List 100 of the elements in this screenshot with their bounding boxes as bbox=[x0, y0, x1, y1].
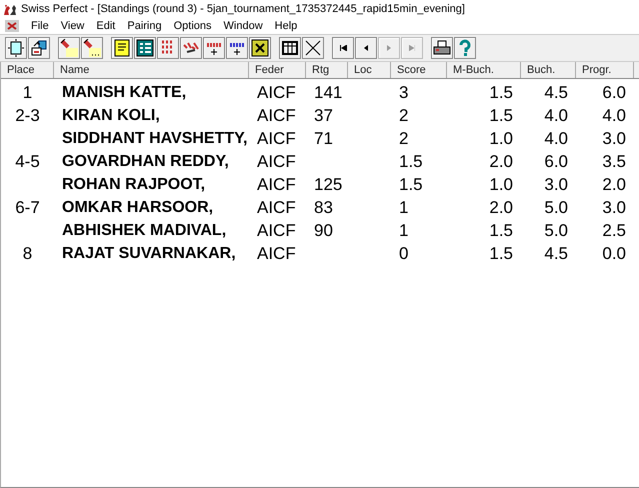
window-title: Swiss Perfect - [Standings (round 3) - 5jan_tournament_1735372445_rapid15min_evening] bbox=[21, 3, 465, 15]
progress-cell: 4.0 bbox=[602, 106, 626, 124]
buch-cell: 5.0 bbox=[544, 220, 568, 240]
m-buch-cell: 1.5 bbox=[489, 82, 513, 102]
table-icon bbox=[281, 39, 299, 57]
previous-icon bbox=[364, 45, 368, 51]
name-cell: ABHISHEK MADIVAL, bbox=[62, 222, 226, 238]
place-cell: 4-5 bbox=[15, 152, 40, 170]
last-icon bbox=[408, 45, 416, 51]
progress-cell: 6.0 bbox=[602, 82, 626, 102]
toolbar-button[interactable] bbox=[332, 37, 354, 59]
chess-pieces-icon bbox=[3, 2, 17, 16]
score-cell: 2 bbox=[399, 106, 408, 124]
buch-cell: 4.5 bbox=[544, 82, 568, 102]
toolbar-button[interactable] bbox=[249, 37, 271, 59]
rating-cell: 90 bbox=[314, 220, 333, 240]
column-header[interactable]: Loc bbox=[348, 62, 391, 78]
progress-cell: 0.0 bbox=[602, 244, 626, 262]
federation-cell: AICF bbox=[257, 198, 296, 216]
name-cell: GOVARDHAN REDDY, bbox=[62, 152, 229, 170]
progress-cell: 3.5 bbox=[602, 152, 626, 170]
federation-cell: AICF bbox=[257, 220, 296, 240]
rating-cell: 125 bbox=[314, 174, 342, 194]
name-cell: RAJAT SUVARNAKAR, bbox=[62, 244, 236, 262]
column-header[interactable]: Place bbox=[1, 62, 54, 78]
column-header[interactable]: Progr. bbox=[576, 62, 634, 78]
progress-cell: 3.0 bbox=[602, 198, 626, 216]
rating-cell: 141 bbox=[314, 82, 342, 102]
buch-cell: 3.0 bbox=[544, 174, 568, 194]
list-icon bbox=[136, 39, 154, 57]
buch-cell: 4.5 bbox=[544, 244, 568, 262]
column-header[interactable]: Name bbox=[54, 62, 249, 78]
menu-item[interactable]: View bbox=[54, 20, 90, 32]
rating-cell: 83 bbox=[314, 198, 333, 216]
score-cell: 1.5 bbox=[399, 152, 423, 170]
score-cell: 1 bbox=[399, 198, 408, 216]
m-buch-cell: 2.0 bbox=[489, 152, 513, 170]
place-cell: 8 bbox=[22, 244, 32, 262]
column-header[interactable]: Feder bbox=[249, 62, 306, 78]
next-icon bbox=[387, 45, 391, 51]
menu-item[interactable]: File bbox=[25, 20, 55, 32]
menu-item[interactable]: Edit bbox=[90, 20, 122, 32]
menu-item[interactable]: Options bbox=[168, 20, 218, 32]
m-buch-cell: 1.5 bbox=[489, 106, 513, 124]
printer-icon bbox=[433, 39, 451, 57]
m-buch-cell: 1.0 bbox=[489, 174, 513, 194]
flashlight-icon bbox=[60, 39, 78, 57]
menu-item[interactable]: Window bbox=[218, 20, 269, 32]
menu-item[interactable]: Help bbox=[268, 20, 304, 32]
name-cell: MANISH KATTE, bbox=[62, 84, 186, 100]
federation-cell: AICF bbox=[257, 82, 296, 102]
progress-cell: 3.0 bbox=[602, 128, 626, 148]
m-buch-cell: 1.5 bbox=[489, 244, 513, 262]
sheet-icon bbox=[113, 39, 131, 57]
progress-cell: 2.5 bbox=[602, 220, 626, 240]
toolbar-button[interactable] bbox=[203, 37, 225, 59]
place-cell: 1 bbox=[22, 82, 32, 102]
column-header[interactable]: Rtg bbox=[306, 62, 348, 78]
federation-cell: AICF bbox=[257, 106, 296, 124]
rating-cell: 37 bbox=[314, 106, 333, 124]
cross-icon bbox=[304, 39, 322, 57]
name-cell: ROHAN RAJPOOT, bbox=[62, 176, 206, 192]
first-icon bbox=[340, 45, 346, 51]
federation-cell: AICF bbox=[257, 244, 296, 262]
score-cell: 1 bbox=[399, 220, 408, 240]
toolbar-button[interactable] bbox=[134, 37, 156, 59]
column-header[interactable]: Score bbox=[391, 62, 447, 78]
toolbar-button[interactable] bbox=[226, 37, 248, 59]
buch-cell: 5.0 bbox=[544, 198, 568, 216]
buch-cell: 4.0 bbox=[544, 128, 568, 148]
toolbar-button[interactable] bbox=[28, 37, 50, 59]
buch-cell: 6.0 bbox=[544, 152, 568, 170]
toolbar-button[interactable] bbox=[355, 37, 377, 59]
rating-cell: 71 bbox=[314, 128, 333, 148]
name-cell: OMKAR HARSOOR, bbox=[62, 198, 214, 216]
buch-cell: 4.0 bbox=[544, 106, 568, 124]
toolbar-button[interactable] bbox=[431, 37, 453, 59]
toolbar-button[interactable] bbox=[111, 37, 133, 59]
toolbar-button[interactable] bbox=[302, 37, 324, 59]
toolbar-button[interactable] bbox=[279, 37, 301, 59]
name-cell: KIRAN KOLI, bbox=[62, 106, 160, 124]
score-cell: 3 bbox=[399, 82, 408, 102]
document-icon bbox=[7, 39, 25, 57]
place-cell: 6-7 bbox=[15, 198, 40, 216]
column-header[interactable]: Buch. bbox=[521, 62, 576, 78]
progress-cell: 2.0 bbox=[602, 174, 626, 194]
place-cell: 2-3 bbox=[15, 106, 40, 124]
document-window-icon[interactable] bbox=[5, 20, 19, 32]
federation-cell: AICF bbox=[257, 174, 296, 194]
toolbar-button[interactable] bbox=[5, 37, 27, 59]
name-cell: SIDDHANT HAVSHETTY, bbox=[62, 130, 248, 146]
menu-item[interactable]: Pairing bbox=[121, 20, 168, 32]
m-buch-cell: 1.0 bbox=[489, 128, 513, 148]
toolbar-button[interactable] bbox=[180, 37, 202, 59]
score-cell: 1.5 bbox=[399, 174, 423, 194]
m-buch-cell: 2.0 bbox=[489, 198, 513, 216]
score-cell: 0 bbox=[399, 244, 408, 262]
flashlight-icon bbox=[83, 39, 101, 57]
federation-cell: AICF bbox=[257, 152, 296, 170]
column-header[interactable]: M-Buch. bbox=[447, 62, 521, 78]
